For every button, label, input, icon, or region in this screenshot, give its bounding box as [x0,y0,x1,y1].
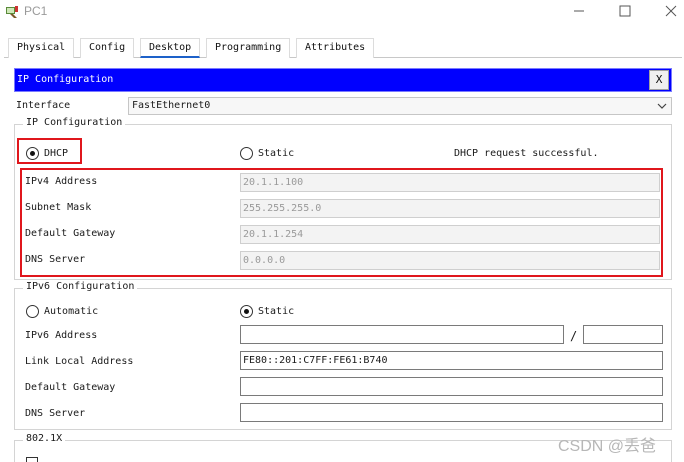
window-title: PC1 [24,4,48,18]
interface-value: FastEthernet0 [132,100,211,111]
close-panel-button[interactable]: X [649,70,669,90]
maximize-icon[interactable] [614,2,636,20]
ipv6-automatic-radio[interactable]: Automatic [26,305,98,318]
dot1x-group-title: 802.1X [23,433,66,444]
ipv6-static-radio[interactable]: Static [240,305,294,318]
static-label: Static [258,148,295,159]
ipv6-address-field[interactable] [240,325,564,344]
ipv6-static-radio-dot[interactable] [240,305,253,318]
ipv6-dns-server-label: DNS Server [25,408,86,419]
ip-configuration-header: IP Configuration X [14,68,672,92]
link-local-address-label: Link Local Address [25,356,134,367]
ipv6-static-label: Static [258,306,295,317]
dhcp-highlight-box [17,138,82,164]
ipv6-prefix-field[interactable] [583,325,663,344]
ipv6-dns-server-field[interactable] [240,403,663,422]
dhcp-status-text: DHCP request successful. [454,148,599,159]
ipv6-group-title: IPv6 Configuration [23,281,138,292]
tab-config[interactable]: Config [80,38,135,58]
ipv6-address-label: IPv6 Address [25,330,98,341]
interface-label: Interface [16,100,71,111]
ipv4-fields-highlight-box [20,168,663,277]
tab-desktop[interactable]: Desktop [140,38,201,58]
dot1x-checkbox[interactable] [26,457,38,462]
static-radio[interactable]: Static [240,147,294,160]
ipv4-group-title: IP Configuration [23,117,126,128]
watermark: CSDN @丢爸 [558,438,657,455]
close-icon[interactable] [660,2,682,20]
minimize-icon[interactable] [568,2,590,20]
ipv6-automatic-label: Automatic [44,306,99,317]
ipv6-automatic-radio-dot[interactable] [26,305,39,318]
tab-bar: Physical Config Desktop Programming Attr… [4,36,682,58]
interface-select[interactable]: FastEthernet0 [128,97,672,115]
window-title-bar: PC1 [0,0,684,24]
link-local-address-field[interactable]: FE80::201:C7FF:FE61:B740 [240,351,663,370]
tab-attributes[interactable]: Attributes [296,38,375,58]
pc-app-icon [6,6,18,18]
tab-physical[interactable]: Physical [8,38,75,58]
chevron-down-icon [657,103,667,109]
tab-programming[interactable]: Programming [206,38,291,58]
static-radio-dot[interactable] [240,147,253,160]
ipv6-default-gateway-label: Default Gateway [25,382,116,393]
prefix-separator: / [570,329,578,343]
ip-configuration-title: IP Configuration [17,74,114,85]
ipv6-default-gateway-field[interactable] [240,377,663,396]
